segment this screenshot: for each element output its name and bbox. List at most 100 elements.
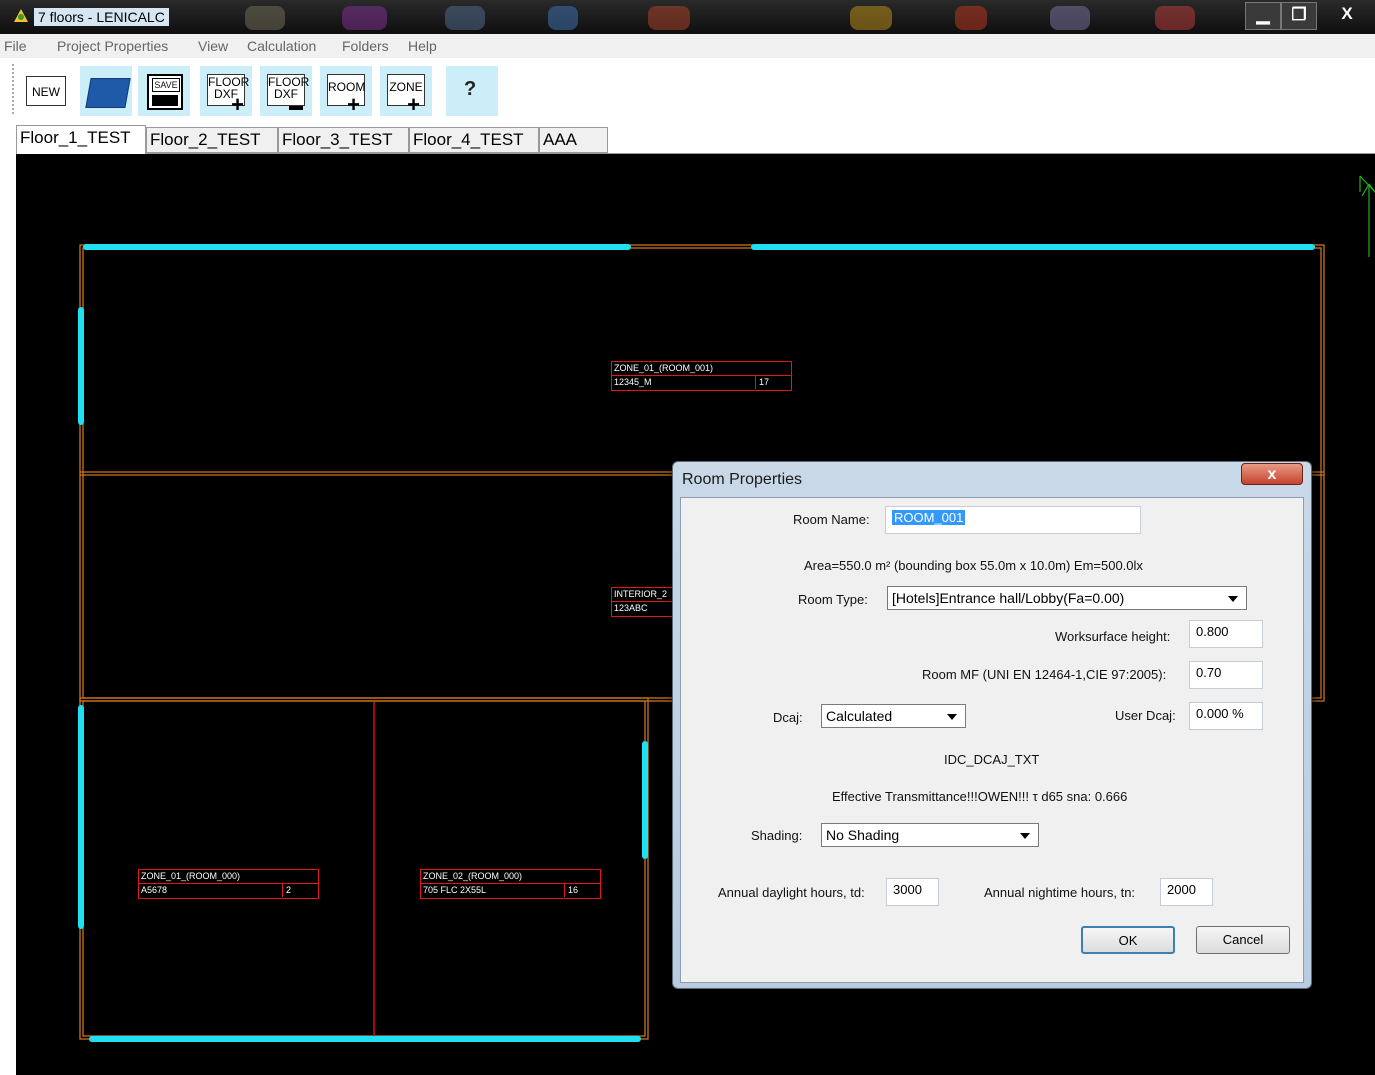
dialog-body: Room Name: ROOM_001 Area=550.0 m² (bound…	[680, 497, 1304, 983]
menu-view[interactable]: View	[198, 38, 228, 54]
disk-shutter	[152, 95, 178, 106]
zone-label-count: 16	[564, 884, 578, 897]
menu-folders[interactable]: Folders	[342, 38, 389, 54]
close-window-button[interactable]: X	[1327, 2, 1367, 28]
taskbar-thumbnail	[342, 6, 387, 30]
shading-value: No Shading	[826, 827, 900, 843]
taskbar-thumbnail	[850, 6, 892, 30]
taskbar-thumbnail	[445, 6, 485, 30]
menu-file[interactable]: File	[4, 38, 27, 54]
room-name-input[interactable]: ROOM_001	[885, 506, 1141, 534]
help-button[interactable]: ?	[446, 66, 498, 116]
taskbar-thumbnail	[955, 6, 987, 30]
taskbar-thumbnail	[1155, 6, 1195, 30]
floor-tabs: Floor_1_TEST Floor_2_TEST Floor_3_TEST F…	[0, 122, 1375, 154]
save-disk-icon: SAVE	[147, 74, 183, 110]
dcaj-select[interactable]: Calculated	[821, 704, 966, 728]
help-icon: ?	[464, 78, 477, 100]
zone-label-name: ZONE_01_(ROOM_000)	[139, 870, 318, 884]
zone-label-name: ZONE_01_(ROOM_001)	[612, 362, 791, 376]
room-type-select[interactable]: [Hotels]Entrance hall/Lobby(Fa=0.00)	[887, 586, 1247, 610]
zone-label-code: 705 FLC 2X55L	[423, 885, 487, 895]
zone-label-name: INTERIOR_2	[612, 588, 681, 602]
taskbar-thumbnail	[548, 6, 578, 30]
save-project-button[interactable]: SAVE	[138, 66, 190, 116]
chevron-down-icon	[947, 714, 957, 720]
worksurface-height-label: Worksurface height:	[1055, 629, 1171, 644]
zone-label-code: 123ABC	[614, 603, 648, 613]
room-name-label: Room Name:	[793, 512, 870, 527]
dialog-close-button[interactable]: x	[1241, 463, 1303, 485]
remove-floor-dxf-button[interactable]: FLOOR DXF	[260, 66, 312, 116]
shading-label: Shading:	[751, 828, 803, 843]
maximize-button[interactable]: ❐	[1281, 2, 1317, 30]
daylight-hours-label: Annual daylight hours, td:	[718, 885, 865, 900]
dxf-label: DXF	[274, 87, 298, 101]
zone-label-code: A5678	[141, 885, 168, 895]
tab-floor-4[interactable]: Floor_4_TEST	[409, 127, 539, 153]
room-properties-dialog: Room Properties x Room Name: ROOM_001 Ar…	[672, 461, 1312, 989]
ok-button[interactable]: OK	[1081, 926, 1175, 954]
taskbar-thumbnail	[648, 6, 690, 30]
chevron-down-icon	[1228, 596, 1238, 602]
taskbar-thumbnail	[245, 6, 285, 30]
menu-calculation[interactable]: Calculation	[247, 38, 316, 54]
zone-label[interactable]: ZONE_02_(ROOM_000) 705 FLC 2X55L 16	[420, 869, 601, 899]
transmittance-text: Effective Transmittance!!!OWEN!!! τ d65 …	[832, 789, 1128, 804]
zone-label[interactable]: INTERIOR_2 123ABC	[611, 587, 681, 617]
add-room-button[interactable]: ROOM +	[320, 66, 372, 116]
menu-project-properties[interactable]: Project Properties	[57, 38, 168, 54]
room-type-value: [Hotels]Entrance hall/Lobby(Fa=0.00)	[892, 590, 1125, 606]
chevron-down-icon	[1020, 833, 1030, 839]
add-zone-button[interactable]: ZONE +	[380, 66, 432, 116]
zone-label[interactable]: ZONE_01_(ROOM_001) 12345_M 17	[611, 361, 792, 391]
tab-aaa[interactable]: AAA	[539, 127, 608, 153]
plus-icon: +	[407, 92, 420, 117]
app-logo-icon	[14, 9, 28, 22]
menu-help[interactable]: Help	[408, 38, 437, 54]
zone-label-count: 17	[755, 376, 769, 389]
minus-icon	[289, 106, 303, 110]
shading-select[interactable]: No Shading	[821, 823, 1039, 847]
zone-label-name: ZONE_02_(ROOM_000)	[421, 870, 600, 884]
minimize-button[interactable]: ▁	[1245, 2, 1281, 30]
plus-icon: +	[347, 92, 360, 117]
room-name-value: ROOM_001	[892, 510, 966, 525]
menu-bar: File Project Properties View Calculation…	[0, 34, 1375, 58]
nighttime-hours-input[interactable]: 2000	[1160, 878, 1213, 906]
zone-label[interactable]: ZONE_01_(ROOM_000) A5678 2	[138, 869, 319, 899]
dialog-title: Room Properties	[682, 471, 803, 488]
user-dcaj-label: User Dcaj:	[1115, 708, 1176, 723]
new-project-button[interactable]: NEW	[20, 66, 72, 116]
plus-icon: +	[231, 92, 244, 117]
window-title: 7 floors - LENICALC	[34, 8, 169, 26]
save-label: SAVE	[152, 78, 180, 92]
user-dcaj-input[interactable]: 0.000 %	[1189, 702, 1263, 730]
tab-floor-3[interactable]: Floor_3_TEST	[278, 127, 409, 153]
tab-floor-2[interactable]: Floor_2_TEST	[146, 127, 278, 153]
worksurface-height-input[interactable]: 0.800	[1189, 620, 1263, 648]
room-type-label: Room Type:	[798, 592, 868, 607]
nighttime-hours-label: Annual nightime hours, tn:	[984, 885, 1136, 900]
add-floor-dxf-button[interactable]: FLOOR DXF +	[200, 66, 252, 116]
dcaj-label: Dcaj:	[773, 710, 803, 725]
zone-label-count: 2	[282, 884, 291, 897]
daylight-hours-input[interactable]: 3000	[886, 878, 939, 906]
room-mf-label: Room MF (UNI EN 12464-1,CIE 97:2005):	[922, 667, 1167, 682]
new-file-icon: NEW	[26, 76, 66, 106]
toolbar-grip[interactable]	[12, 64, 14, 116]
area-info-text: Area=550.0 m² (bounding box 55.0m x 10.0…	[804, 558, 1143, 573]
dcaj-value: Calculated	[826, 708, 893, 724]
zone-label-code: 12345_M	[614, 377, 652, 387]
north-arrow-icon	[1359, 175, 1375, 257]
open-folder-icon	[85, 78, 131, 108]
open-project-button[interactable]	[80, 66, 132, 116]
taskbar-thumbnail	[1050, 6, 1090, 30]
dcaj-info-text: IDC_DCAJ_TXT	[944, 752, 1040, 767]
room-mf-input[interactable]: 0.70	[1189, 661, 1263, 689]
cancel-button[interactable]: Cancel	[1196, 926, 1290, 954]
tab-floor-1[interactable]: Floor_1_TEST	[16, 125, 146, 154]
toolbar: NEW SAVE FLOOR DXF + FLOOR DXF ROOM + ZO…	[0, 58, 1375, 122]
title-bar: 7 floors - LENICALC ▁ ❐ X	[0, 0, 1375, 34]
floor-dxf-remove-icon: FLOOR DXF	[267, 74, 309, 106]
